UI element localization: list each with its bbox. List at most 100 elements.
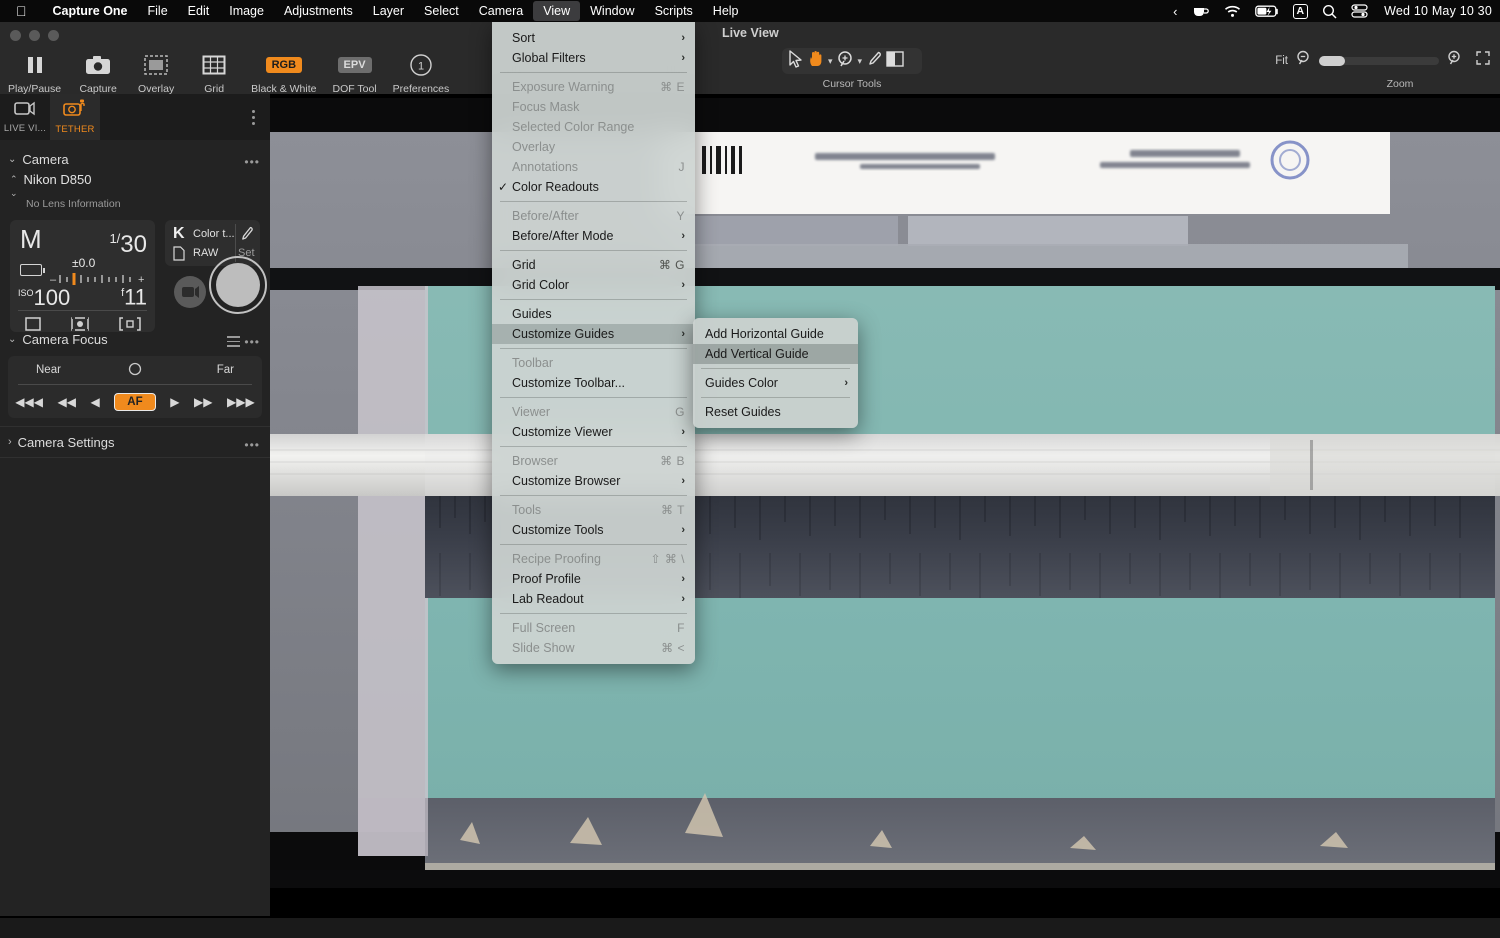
menu-item-guides[interactable]: Guides bbox=[492, 304, 695, 324]
menubar-item-scripts[interactable]: Scripts bbox=[645, 1, 703, 21]
toolbar-dof-tool[interactable]: EPV DOF Tool bbox=[324, 42, 384, 95]
autofocus-button[interactable]: AF bbox=[114, 393, 156, 411]
chevron-right-icon[interactable]: › bbox=[8, 436, 12, 448]
submenu-item-add-vertical-guide[interactable]: Add Vertical Guide bbox=[693, 344, 858, 364]
submenu-item-add-horizontal-guide[interactable]: Add Horizontal Guide bbox=[693, 324, 858, 344]
window-traffic-lights[interactable] bbox=[10, 30, 59, 41]
focus-far-medium-button[interactable]: ▶▶ bbox=[194, 395, 212, 409]
shutter-release-button[interactable] bbox=[209, 256, 267, 319]
updown-arrows-icon[interactable]: ⌃ ⌄ bbox=[10, 172, 18, 200]
submenu-item-reset-guides[interactable]: Reset Guides bbox=[693, 402, 858, 422]
color-picker-icon[interactable] bbox=[866, 50, 882, 73]
menu-item-grid-color[interactable]: Grid Color › bbox=[492, 275, 695, 295]
image-viewer[interactable] bbox=[270, 72, 1500, 916]
pointer-icon[interactable] bbox=[788, 49, 804, 73]
menu-item-global-filters[interactable]: Global Filters › bbox=[492, 48, 695, 68]
menu-item-sort[interactable]: Sort › bbox=[492, 28, 695, 48]
menu-item-customize-toolbar[interactable]: Customize Toolbar... bbox=[492, 373, 695, 393]
menubar-app-name[interactable]: Capture One bbox=[43, 1, 138, 21]
menu-item-color-readouts[interactable]: ✓ Color Readouts bbox=[492, 177, 695, 197]
focus-section-menu-icon[interactable]: ••• bbox=[244, 335, 260, 349]
menubar-clock[interactable]: Wed 10 May 10 30 bbox=[1384, 4, 1492, 18]
zoom-in-icon[interactable] bbox=[1447, 50, 1462, 71]
camera-section-header[interactable]: ⌄ Camera ••• bbox=[0, 146, 270, 172]
menu-item-label: Grid Color bbox=[512, 278, 569, 292]
zoom-loupe-icon[interactable] bbox=[837, 50, 854, 73]
focus-near-large-button[interactable]: ◀◀◀ bbox=[15, 395, 43, 409]
live-view-photo[interactable] bbox=[270, 98, 1500, 888]
chevron-down-icon[interactable]: ⌄ bbox=[8, 334, 16, 345]
menubar-item-window[interactable]: Window bbox=[580, 1, 644, 21]
settings-section-header[interactable]: › Camera Settings ••• bbox=[0, 427, 270, 457]
customize-guides-submenu[interactable]: Add Horizontal Guide Add Vertical Guide Gu… bbox=[693, 318, 858, 428]
focus-section-list-icon[interactable] bbox=[227, 336, 240, 350]
white-balance-label[interactable]: Color t... bbox=[193, 228, 235, 240]
settings-section-menu-icon[interactable]: ••• bbox=[244, 438, 260, 452]
video-record-button[interactable] bbox=[172, 274, 208, 315]
before-after-icon[interactable] bbox=[886, 50, 904, 72]
menu-item-customize-browser[interactable]: Customize Browser › bbox=[492, 471, 695, 491]
menubar-item-camera[interactable]: Camera bbox=[469, 1, 533, 21]
menubar-item-image[interactable]: Image bbox=[219, 1, 274, 21]
iso-readout: ISO100 bbox=[18, 282, 70, 309]
menubar-item-file[interactable]: File bbox=[138, 1, 178, 21]
chevron-left-icon[interactable]: ‹ bbox=[1173, 4, 1177, 19]
view-menu-dropdown[interactable]: Sort › Global Filters › Exposure Warning ⌘ E F… bbox=[492, 22, 695, 664]
toolbar-overlay[interactable]: Overlay bbox=[127, 42, 185, 95]
focus-section-header[interactable]: ⌄ Camera Focus ••• bbox=[0, 326, 270, 352]
apple-icon[interactable]:  bbox=[16, 4, 27, 18]
wifi-icon[interactable] bbox=[1224, 5, 1241, 18]
menubar-item-edit[interactable]: Edit bbox=[178, 1, 220, 21]
panel-options-button[interactable] bbox=[246, 102, 260, 132]
submenu-item-guides-color[interactable]: Guides Color › bbox=[693, 373, 858, 393]
menu-item-customize-tools[interactable]: Customize Tools › bbox=[492, 520, 695, 540]
menu-item-before-after-mode[interactable]: Before/After Mode › bbox=[492, 226, 695, 246]
menu-item-label: Focus Mask bbox=[512, 100, 580, 114]
zoom-button[interactable] bbox=[48, 30, 59, 41]
pencil-icon[interactable] bbox=[240, 226, 254, 245]
focus-far-small-button[interactable]: ▶ bbox=[170, 395, 179, 409]
camera-section-menu-icon[interactable]: ••• bbox=[244, 155, 260, 169]
toolbar-capture[interactable]: Capture bbox=[69, 42, 127, 95]
menu-item-lab-readout[interactable]: Lab Readout › bbox=[492, 589, 695, 609]
menubar-item-select[interactable]: Select bbox=[414, 1, 469, 21]
menubar-item-layer[interactable]: Layer bbox=[363, 1, 414, 21]
focus-near-small-button[interactable]: ◀ bbox=[91, 395, 100, 409]
tab-tether[interactable]: TETHER bbox=[50, 94, 100, 140]
menu-item-customize-viewer[interactable]: Customize Viewer › bbox=[492, 422, 695, 442]
zoom-slider-knob[interactable] bbox=[1319, 55, 1345, 66]
menu-item-shortcut: G bbox=[675, 405, 685, 419]
input-source-icon[interactable]: A bbox=[1292, 3, 1309, 19]
fullscreen-icon[interactable] bbox=[1476, 51, 1490, 70]
toolbar-preferences[interactable]: 1 Preferences bbox=[385, 42, 458, 95]
cursor-tools-group[interactable]: ▾ ▾ bbox=[782, 48, 922, 74]
camera-body-row[interactable]: ⌃ ⌄ Nikon D850 bbox=[0, 172, 270, 200]
chevron-down-icon[interactable]: ▾ bbox=[828, 56, 833, 67]
toolbar-grid[interactable]: Grid bbox=[185, 42, 243, 95]
menu-item-customize-guides[interactable]: Customize Guides › bbox=[492, 324, 695, 344]
coffee-cup-icon[interactable] bbox=[1192, 4, 1210, 18]
battery-charging-icon[interactable] bbox=[1254, 5, 1279, 18]
zoom-out-icon[interactable] bbox=[1296, 50, 1311, 71]
menu-item-proof-profile[interactable]: Proof Profile › bbox=[492, 569, 695, 589]
focus-position-indicator[interactable] bbox=[128, 362, 142, 379]
menubar-item-help[interactable]: Help bbox=[703, 1, 749, 21]
menubar-item-view[interactable]: View bbox=[533, 1, 581, 21]
zoom-fit-label[interactable]: Fit bbox=[1275, 55, 1288, 67]
tab-live-view[interactable]: LIVE VI... bbox=[0, 94, 50, 140]
close-button[interactable] bbox=[10, 30, 21, 41]
zoom-control-group[interactable]: Fit bbox=[1275, 50, 1490, 71]
chevron-down-icon[interactable]: ▾ bbox=[858, 56, 863, 67]
menu-item-grid[interactable]: Grid ⌘ G bbox=[492, 255, 695, 275]
toolbar-black-and-white[interactable]: RGB Black & White bbox=[243, 42, 324, 95]
toolbar-play-pause[interactable]: Play/Pause bbox=[0, 42, 69, 95]
focus-near-medium-button[interactable]: ◀◀ bbox=[58, 395, 76, 409]
chevron-down-icon[interactable]: ⌄ bbox=[8, 154, 16, 165]
pan-hand-icon[interactable] bbox=[808, 50, 824, 73]
focus-far-large-button[interactable]: ▶▶▶ bbox=[227, 395, 255, 409]
minimize-button[interactable] bbox=[29, 30, 40, 41]
control-center-icon[interactable] bbox=[1351, 4, 1368, 18]
zoom-slider[interactable] bbox=[1319, 55, 1439, 66]
menubar-item-adjustments[interactable]: Adjustments bbox=[274, 1, 363, 21]
search-icon[interactable] bbox=[1322, 4, 1337, 19]
